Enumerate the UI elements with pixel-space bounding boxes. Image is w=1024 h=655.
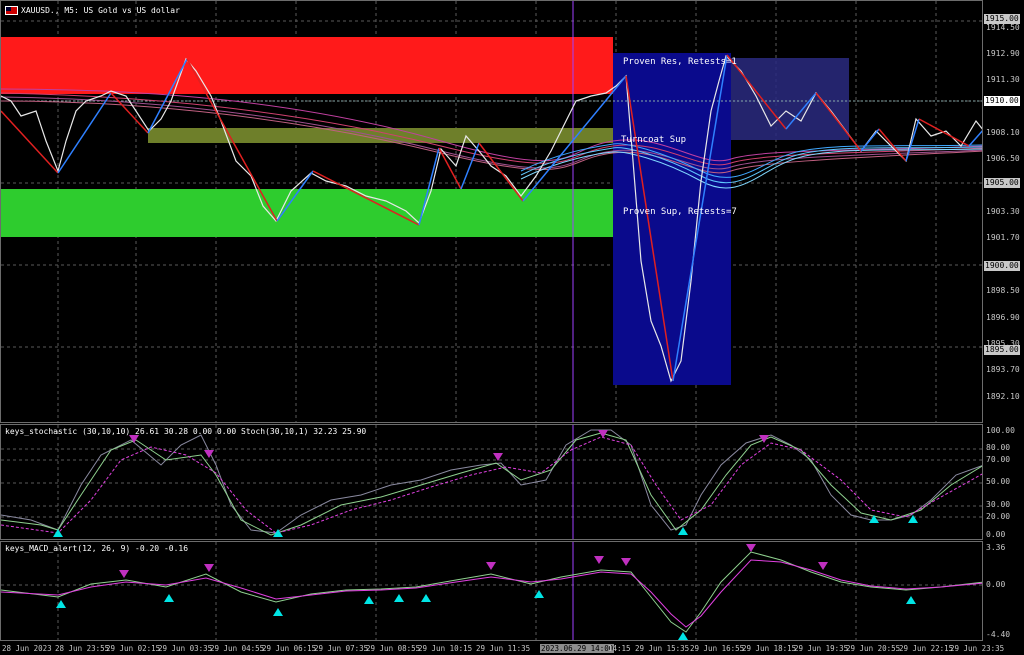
price-chart-pane[interactable]: XAUUSD., M5: US Gold vs US dollar Proven… [0, 0, 983, 423]
price-label: 1898.50 [986, 286, 1020, 295]
time-label: 29 Jun 06:15 [262, 644, 317, 653]
macd-level: -4.40 [986, 630, 1011, 639]
macd-level: 0.00 [986, 580, 1006, 589]
proven-res-box [731, 58, 849, 140]
price-label: 1905.00 [984, 178, 1020, 188]
price-label: 1906.50 [986, 154, 1020, 163]
time-label-highlighted: 2023.06.29 14:00 [540, 644, 615, 653]
time-label: 29 Jun 04:55 [210, 644, 265, 653]
stoch-level: 30.00 [986, 500, 1011, 509]
time-label: 29 Jun 20:55 [846, 644, 901, 653]
time-label: 29 Jun 10:15 [418, 644, 473, 653]
price-label: 1892.10 [986, 392, 1020, 401]
time-label: 29 Jun 07:35 [314, 644, 369, 653]
price-label: 1900.00 [984, 261, 1020, 271]
stoch-level: 50.00 [986, 477, 1011, 486]
price-label: 1895.00 [984, 345, 1020, 355]
macd-arrows [56, 544, 916, 640]
stoch-level: 80.00 [986, 443, 1011, 452]
time-label: 29 Jun 22:15 [899, 644, 954, 653]
time-label: 29 Jun 23:35 [950, 644, 1005, 653]
price-label: 1903.30 [986, 207, 1020, 216]
price-label: 1912.90 [986, 49, 1020, 58]
price-label: 1893.70 [986, 365, 1020, 374]
time-label: 29 Jun 19:35 [794, 644, 849, 653]
turncoat-sup-label: Turncoat Sup [621, 135, 687, 145]
time-label: 29 Jun 08:55 [366, 644, 421, 653]
turncoat-zone [148, 128, 613, 143]
current-price-label: 1910.00 [984, 96, 1020, 106]
price-label: 1901.70 [986, 233, 1020, 242]
stoch-level: 20.00 [986, 512, 1011, 521]
stochastic-canvas [1, 425, 982, 539]
stoch-level: 0.00 [986, 530, 1006, 539]
price-label: 1896.90 [986, 313, 1020, 322]
stoch-fast-line [1, 429, 982, 534]
macd-level: 3.36 [986, 543, 1006, 552]
macd-signal-line [1, 559, 982, 628]
macd-canvas [1, 542, 982, 640]
price-chart-canvas [1, 1, 982, 422]
symbol-title: XAUUSD., M5: US Gold vs US dollar [21, 6, 180, 15]
time-label: 29 Jun 03:35 [158, 644, 213, 653]
price-label: 1914.50 [986, 23, 1020, 32]
time-label: 29 Jun 16:55 [690, 644, 745, 653]
stochastic-title: keys_stochastic (30,10,10) 26.61 30.28 0… [5, 427, 367, 436]
time-label: 14:15 [608, 644, 631, 653]
resistance-zone [1, 37, 613, 94]
price-label: 1908.10 [986, 128, 1020, 137]
stochastic-pane[interactable]: keys_stochastic (30,10,10) 26.61 30.28 0… [0, 424, 983, 540]
time-label: 29 Jun 15:35 [635, 644, 690, 653]
time-label: 28 Jun 23:55 [55, 644, 110, 653]
stoch-level: 100.00 [986, 426, 1015, 435]
macd-title: keys_MACD_alert(12, 26, 9) -0.20 -0.16 [5, 544, 189, 553]
price-label: 1911.30 [986, 75, 1020, 84]
time-label: 29 Jun 02:15 [106, 644, 161, 653]
time-label: 29 Jun 11:35 [476, 644, 531, 653]
proven-sup-label: Proven Sup, Retests=7 [623, 207, 737, 217]
macd-pane[interactable]: keys_MACD_alert(12, 26, 9) -0.20 -0.16 [0, 541, 983, 641]
flag-icon [5, 6, 18, 15]
time-label: 29 Jun 18:15 [742, 644, 797, 653]
time-label: 28 Jun 2023 [2, 644, 52, 653]
stoch-main-line [1, 432, 982, 536]
proven-res-label: Proven Res, Retests=1 [623, 57, 737, 67]
stoch-signal-line [1, 436, 982, 534]
stoch-level: 70.00 [986, 455, 1011, 464]
